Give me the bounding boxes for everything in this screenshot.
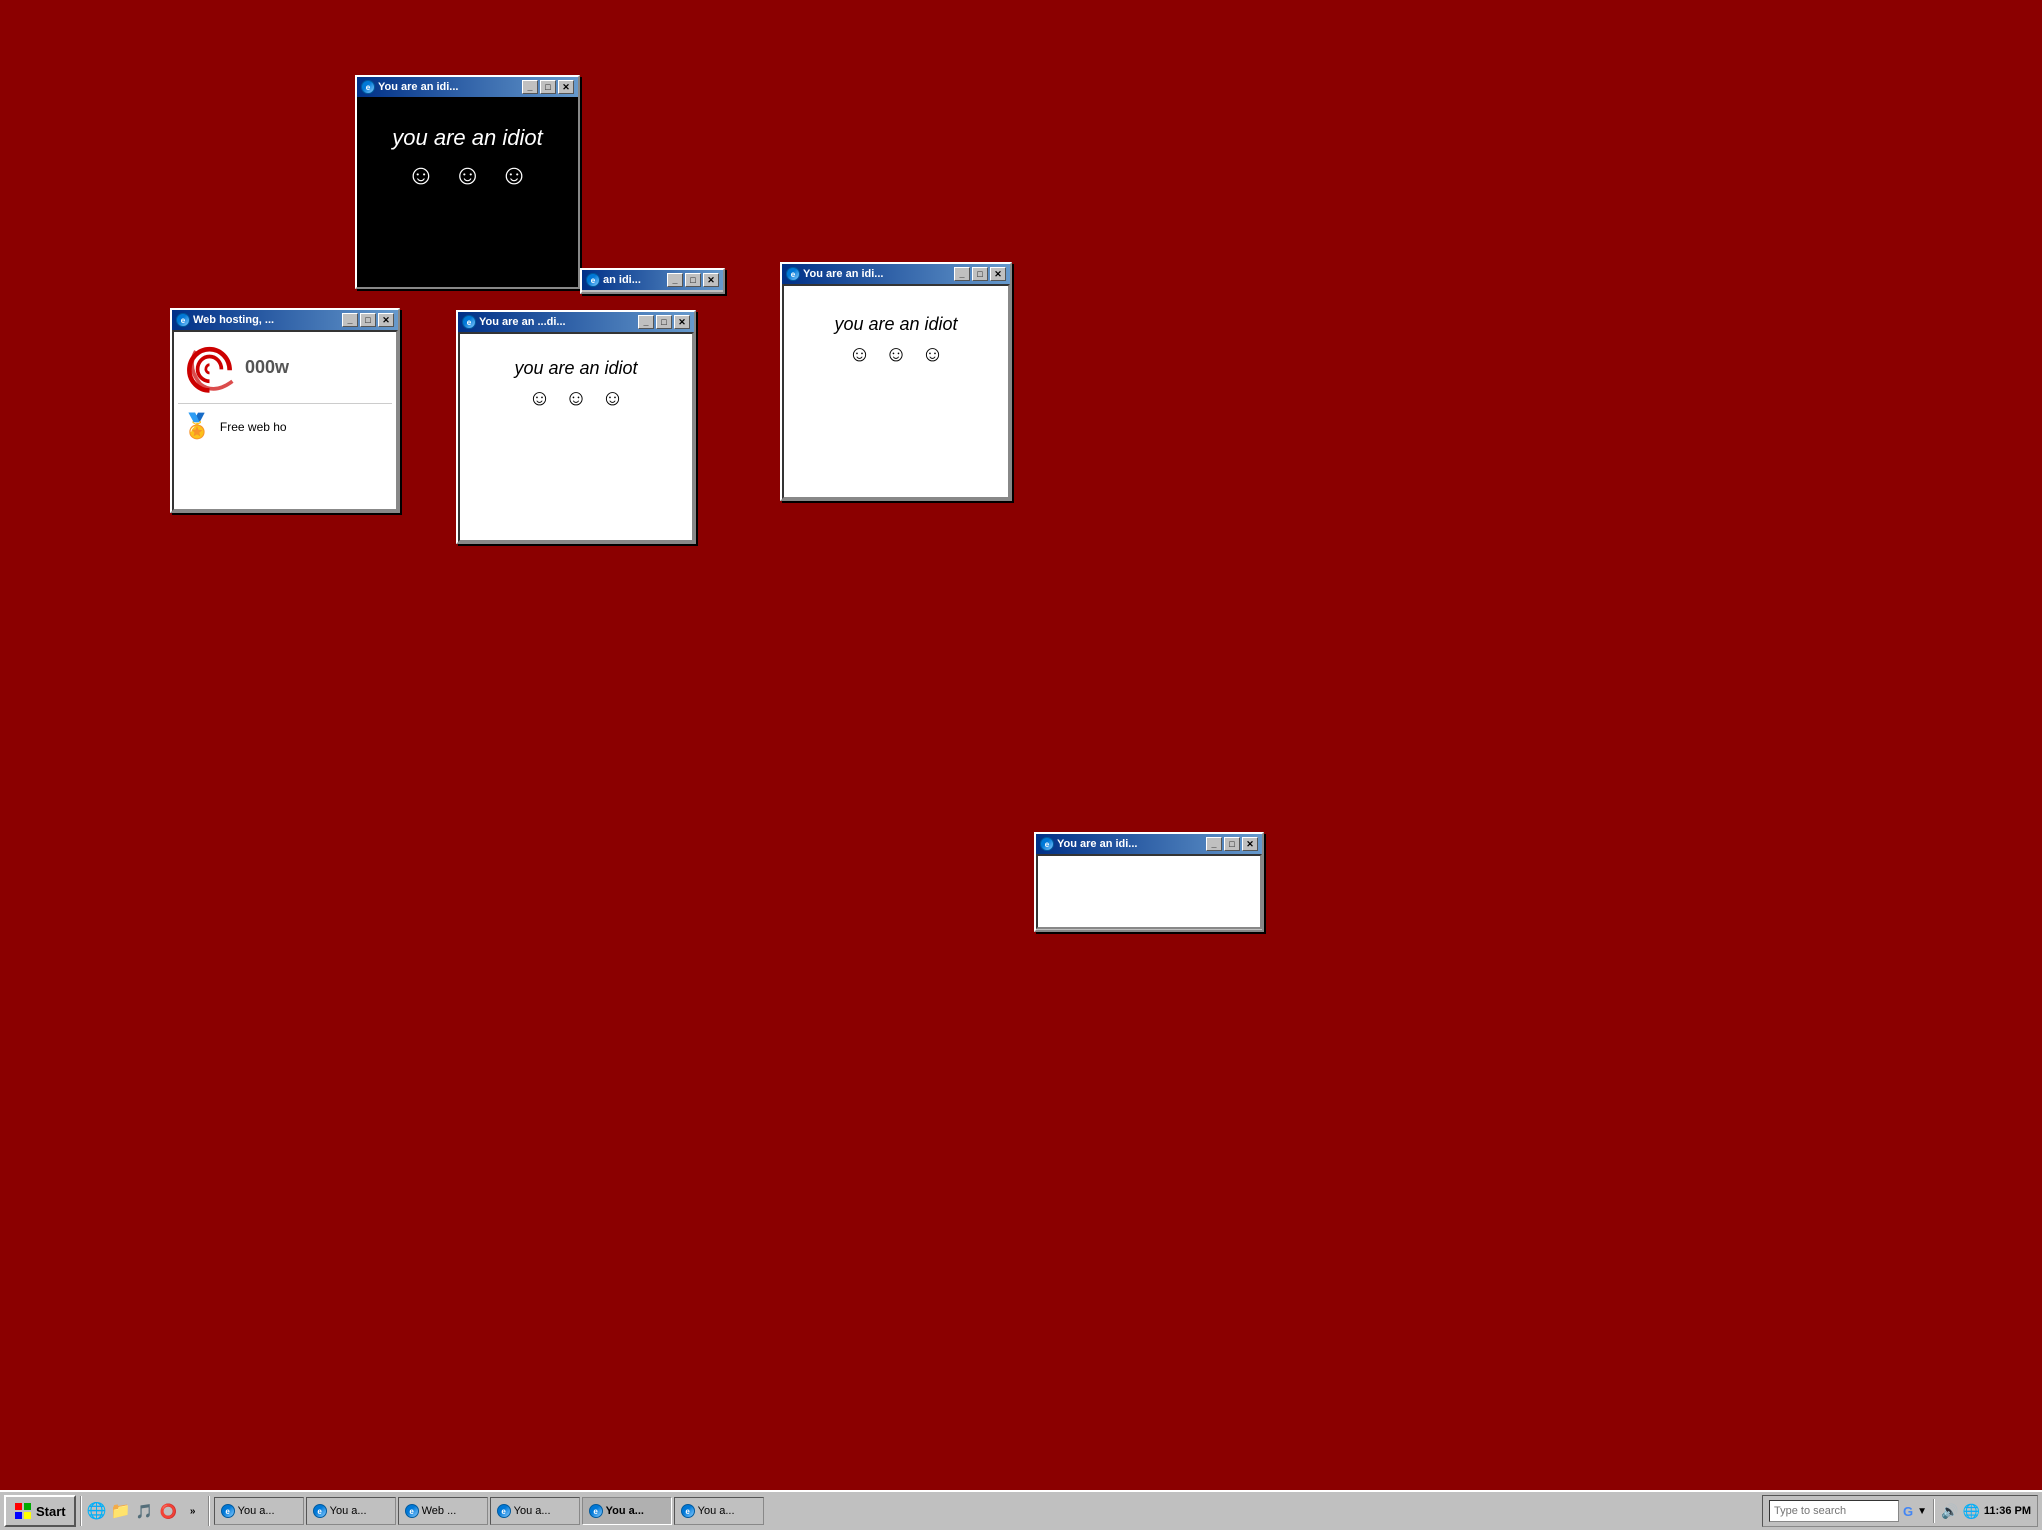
window-web: e Web hosting, ... _ □ ✕ 000w 🏅 Free web…	[170, 308, 400, 513]
taskbar-divider-1	[80, 1496, 82, 1526]
windows-flag-icon	[14, 1502, 32, 1520]
speaker-icon[interactable]: 🔊	[1941, 1503, 1958, 1520]
window-right-idiot: e You are an idi... _ □ ✕ you are an idi…	[780, 262, 1012, 501]
system-tray: G ▼ 🔊 🌐 11:36 PM	[1762, 1495, 2038, 1527]
taskbar-btn-5[interactable]: e You a...	[582, 1497, 672, 1525]
tb-ie-2: e	[313, 1504, 327, 1518]
window-small-overlay: e an idi... _ □ ✕	[580, 268, 725, 294]
maximize-btn-mid[interactable]: □	[656, 315, 672, 329]
ie-icon-main: e	[361, 80, 375, 94]
tb-label-4: You a...	[514, 1505, 551, 1517]
quick-media-icon[interactable]: 🎵	[134, 1500, 156, 1522]
close-btn-main[interactable]: ✕	[558, 80, 574, 94]
minimize-btn-web[interactable]: _	[342, 313, 358, 327]
ie-icon-small: e	[586, 273, 600, 287]
minimize-btn-bottomright[interactable]: _	[1206, 837, 1222, 851]
quick-extra-icon[interactable]: ⭕	[158, 1500, 180, 1522]
title-text-bottomright: You are an idi...	[1057, 838, 1203, 850]
taskbar-btn-4[interactable]: e You a...	[490, 1497, 580, 1525]
smileys-right: ☺ ☺ ☺	[784, 341, 1008, 377]
taskbar-divider-2	[208, 1496, 210, 1526]
close-btn-right[interactable]: ✕	[990, 267, 1006, 281]
desktop	[0, 0, 2042, 1490]
content-bottomright	[1036, 854, 1262, 929]
ie-icon-mid: e	[462, 315, 476, 329]
tray-divider	[1933, 1499, 1935, 1523]
content-main: you are an idiot ☺ ☺ ☺	[357, 97, 578, 287]
quick-ie-icon[interactable]: 🌐	[86, 1500, 108, 1522]
maximize-btn-web[interactable]: □	[360, 313, 376, 327]
start-button[interactable]: Start	[4, 1495, 76, 1527]
maximize-btn-main[interactable]: □	[540, 80, 556, 94]
window-bottomright: e You are an idi... _ □ ✕	[1034, 832, 1264, 932]
quick-more-icon[interactable]: »	[182, 1500, 204, 1522]
web-logo-area: 000w	[174, 332, 396, 403]
minimize-btn-main[interactable]: _	[522, 80, 538, 94]
taskbar-btn-1[interactable]: e You a...	[214, 1497, 304, 1525]
tb-ie-5: e	[589, 1504, 603, 1518]
tb-ie-6: e	[681, 1504, 695, 1518]
start-label: Start	[36, 1504, 66, 1519]
taskbar-btn-6[interactable]: e You a...	[674, 1497, 764, 1525]
close-btn-web[interactable]: ✕	[378, 313, 394, 327]
minimize-btn-small[interactable]: _	[667, 273, 683, 287]
taskbar-btn-3[interactable]: e Web ...	[398, 1497, 488, 1525]
titlebar-web: e Web hosting, ... _ □ ✕	[172, 310, 398, 330]
tb-ie-3: e	[405, 1504, 419, 1518]
maximize-btn-bottomright[interactable]: □	[1224, 837, 1240, 851]
tray-dropdown-icon[interactable]: ▼	[1917, 1506, 1927, 1517]
title-text-main: You are an idi...	[378, 81, 519, 93]
title-text-small: an idi...	[603, 274, 664, 286]
quick-launch: 🌐 📁 🎵 ⭕ »	[86, 1500, 204, 1522]
window-mid-idiot: e You are an ...di... _ □ ✕ you are an i…	[456, 310, 696, 544]
idiot-text-mid: you are an idiot	[460, 344, 692, 385]
idiot-text-main: you are an idiot	[357, 107, 578, 159]
titlebar-main: e You are an idi... _ □ ✕	[357, 77, 578, 97]
title-text-web: Web hosting, ...	[193, 314, 339, 326]
content-right: you are an idiot ☺ ☺ ☺	[782, 284, 1010, 499]
close-btn-small[interactable]: ✕	[703, 273, 719, 287]
taskbar: Start 🌐 📁 🎵 ⭕ » e You a... e You a... e …	[0, 1490, 2042, 1530]
title-text-mid: You are an ...di...	[479, 316, 635, 328]
close-btn-bottomright[interactable]: ✕	[1242, 837, 1258, 851]
clock: 11:36 PM	[1984, 1505, 2031, 1517]
minimize-btn-right[interactable]: _	[954, 267, 970, 281]
tb-label-1: You a...	[238, 1505, 275, 1517]
ie-icon-web: e	[176, 313, 190, 327]
minimize-btn-mid[interactable]: _	[638, 315, 654, 329]
idiot-text-right: you are an idiot	[784, 300, 1008, 341]
quick-folder-icon[interactable]: 📁	[110, 1500, 132, 1522]
tb-ie-1: e	[221, 1504, 235, 1518]
maximize-btn-small[interactable]: □	[685, 273, 701, 287]
tb-label-3: Web ...	[422, 1505, 457, 1517]
tb-label-2: You a...	[330, 1505, 367, 1517]
maximize-btn-right[interactable]: □	[972, 267, 988, 281]
search-input[interactable]	[1769, 1500, 1899, 1522]
web-promo: 🏅 Free web ho	[174, 404, 396, 449]
titlebar-bottomright: e You are an idi... _ □ ✕	[1036, 834, 1262, 854]
tb-label-6: You a...	[698, 1505, 735, 1517]
smileys-mid: ☺ ☺ ☺	[460, 385, 692, 421]
tb-label-5: You a...	[606, 1505, 644, 1517]
ie-icon-bottomright: e	[1040, 837, 1054, 851]
tb-ie-4: e	[497, 1504, 511, 1518]
smileys-main: ☺ ☺ ☺	[357, 159, 578, 203]
ie-icon-right: e	[786, 267, 800, 281]
content-mid: you are an idiot ☺ ☺ ☺	[458, 332, 694, 542]
web-logo-text: 000w	[245, 357, 289, 378]
title-text-right: You are an idi...	[803, 268, 951, 280]
spiral-logo	[182, 340, 237, 395]
promo-text: Free web ho	[220, 420, 287, 434]
window-main-idiot: e You are an idi... _ □ ✕ you are an idi…	[355, 75, 580, 289]
taskbar-btn-2[interactable]: e You a...	[306, 1497, 396, 1525]
titlebar-small: e an idi... _ □ ✕	[582, 270, 723, 290]
google-icon: G	[1903, 1504, 1913, 1519]
content-web: 000w 🏅 Free web ho	[172, 330, 398, 511]
award-icon: 🏅	[182, 412, 212, 441]
titlebar-right: e You are an idi... _ □ ✕	[782, 264, 1010, 284]
titlebar-mid: e You are an ...di... _ □ ✕	[458, 312, 694, 332]
network-icon[interactable]: 🌐	[1962, 1503, 1979, 1520]
close-btn-mid[interactable]: ✕	[674, 315, 690, 329]
